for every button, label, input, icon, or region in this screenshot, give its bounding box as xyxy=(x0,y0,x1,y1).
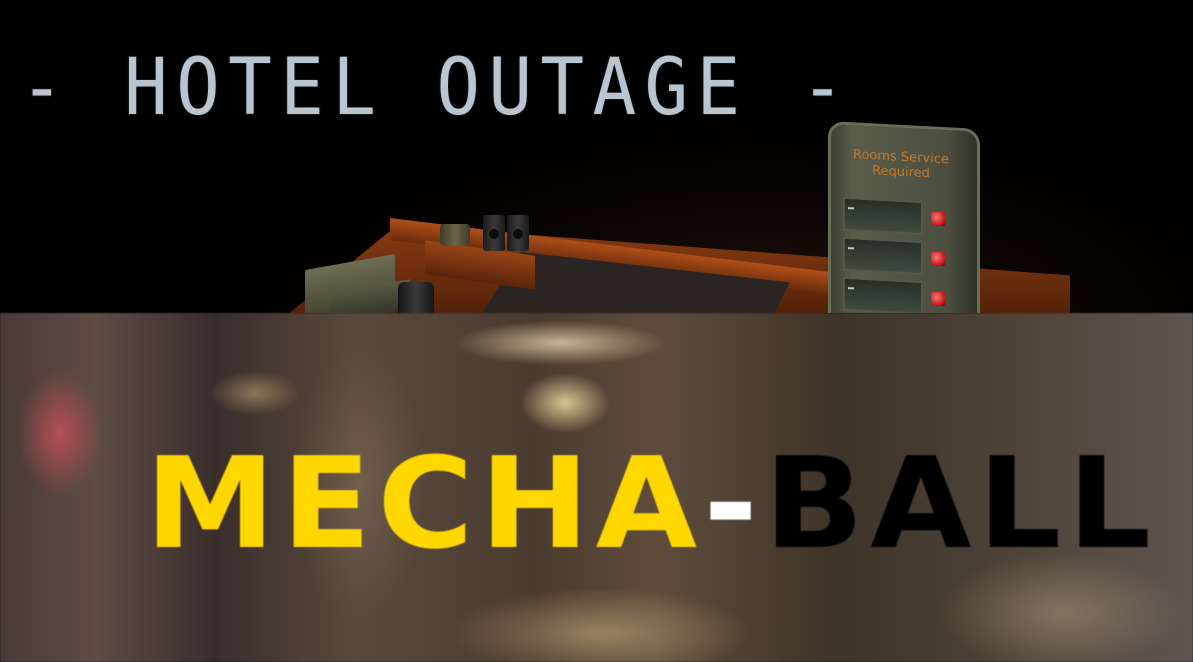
mug-object xyxy=(398,282,434,313)
service-slot-1 xyxy=(843,196,923,235)
service-slot-2 xyxy=(843,236,923,275)
mecha-ball-title: MECHA-BALL xyxy=(145,429,1157,579)
service-light-3 xyxy=(931,291,945,307)
service-slot-3 xyxy=(843,276,923,313)
service-board-title: Rooms Service Required xyxy=(853,147,949,182)
service-light-1 xyxy=(931,211,945,227)
mecha-ball-title-part2: BALL xyxy=(764,430,1158,577)
hotel-outage-title: - HOTEL OUTAGE - xyxy=(20,43,853,133)
speaker-left xyxy=(483,215,505,251)
cup-object xyxy=(440,224,470,246)
mecha-ball-panel[interactable]: MECHA-BALL xyxy=(0,313,1193,662)
mecha-ball-title-part1: MECHA xyxy=(145,430,704,577)
service-light-2 xyxy=(931,251,945,267)
mecha-ball-title-dash: - xyxy=(703,430,765,577)
service-board: Rooms Service Required xyxy=(828,121,980,313)
hotel-outage-panel[interactable]: Rooms Service Required - HOTEL OUTAGE - xyxy=(0,0,1193,313)
speaker-right xyxy=(507,215,529,251)
